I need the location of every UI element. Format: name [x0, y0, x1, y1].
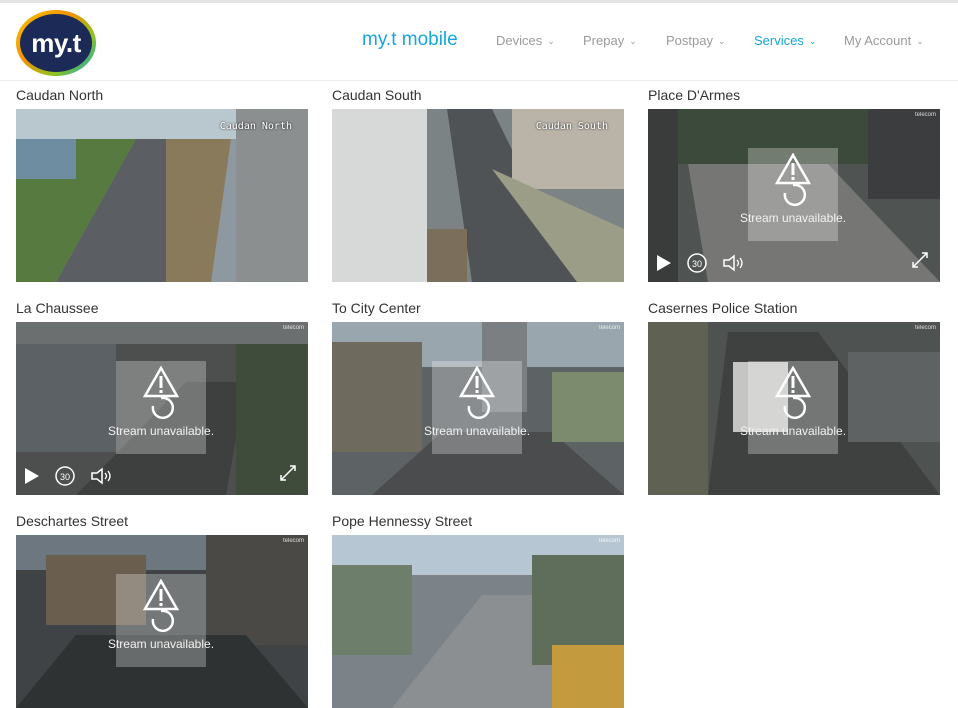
traffic-scene-image	[332, 535, 624, 708]
nav-services[interactable]: Services ⌄	[754, 33, 816, 48]
camera-overlay-label: Caudan North	[219, 121, 292, 132]
warning-reload-icon	[142, 579, 180, 633]
watermark-text: telecom	[282, 325, 304, 331]
chevron-down-icon: ⌄	[547, 36, 555, 46]
camera-overlay-label: Caudan South	[535, 121, 608, 132]
play-icon[interactable]	[656, 254, 672, 272]
watermark-text: telecom	[282, 538, 304, 544]
stream-unavailable-text: Stream unavailable.	[739, 211, 847, 225]
stream-unavailable-text: Stream unavailable.	[107, 424, 215, 438]
camera-title: Pope Hennessy Street	[332, 513, 473, 529]
camera-feed[interactable]: telecom Stream unavailable. 30	[648, 109, 940, 282]
site-header: my.t my.t mobile Devices ⌄ Prepay ⌄ Postpa…	[0, 3, 958, 81]
camera-caudan-north: Caudan North Caudan North	[16, 86, 308, 282]
camera-title: Casernes Police Station	[648, 300, 798, 316]
play-icon[interactable]	[24, 467, 40, 485]
camera-feed[interactable]: telecom Stream unavailable. 30	[16, 322, 308, 495]
camera-title: La Chaussee	[16, 300, 99, 316]
nav-prepay-label: Prepay	[583, 33, 625, 48]
camera-pope-hennessy-street: Pope Hennessy Street telecom	[332, 512, 624, 708]
nav-my-account-label: My Account	[844, 33, 912, 48]
camera-feed[interactable]: Caudan South	[332, 109, 624, 282]
nav-devices-label: Devices	[496, 33, 543, 48]
warning-reload-icon	[458, 366, 496, 420]
nav-my-account[interactable]: My Account ⌄	[844, 33, 924, 48]
camera-title: Place D'Armes	[648, 87, 741, 103]
nav-postpay-label: Postpay	[666, 33, 713, 48]
chevron-down-icon: ⌄	[717, 36, 726, 46]
camera-la-chaussee: La Chaussee telecom Stream unavailable. …	[16, 299, 308, 495]
camera-to-city-center: To City Center telecom Stream unavailabl…	[332, 299, 624, 495]
replay-30-icon[interactable]: 30	[686, 252, 708, 274]
chevron-down-icon: ⌄	[629, 36, 637, 46]
camera-title: To City Center	[332, 300, 421, 316]
nav-postpay[interactable]: Postpay ⌄	[666, 33, 726, 48]
replay-seconds: 30	[692, 259, 702, 269]
camera-feed[interactable]: telecom	[332, 535, 624, 708]
replay-30-icon[interactable]: 30	[54, 465, 76, 487]
camera-feed[interactable]: telecom Stream unavailable.	[16, 535, 308, 708]
watermark-text: telecom	[914, 112, 936, 118]
camera-title: Deschartes Street	[16, 513, 129, 529]
chevron-down-icon: ⌄	[916, 36, 924, 46]
stream-unavailable-text: Stream unavailable.	[739, 424, 847, 438]
warning-reload-icon	[142, 366, 180, 420]
camera-feed[interactable]: Caudan North	[16, 109, 308, 282]
volume-icon[interactable]	[722, 254, 746, 272]
traffic-scene-image	[332, 109, 624, 282]
warning-reload-icon	[774, 153, 812, 207]
camera-casernes-police-station: Casernes Police Station telecom Stream u…	[648, 299, 940, 495]
fullscreen-icon[interactable]	[912, 252, 928, 273]
stream-unavailable-panel: Stream unavailable.	[108, 574, 214, 667]
nav-devices[interactable]: Devices ⌄	[496, 33, 555, 48]
camera-place-darmes: Place D'Armes telecom Stream unavailable…	[648, 86, 940, 282]
traffic-scene-image	[16, 109, 308, 282]
main-nav: Devices ⌄ Prepay ⌄ Postpay ⌄ Services ⌄ My A…	[0, 33, 958, 53]
stream-unavailable-panel: Stream unavailable.	[740, 148, 846, 241]
volume-icon[interactable]	[90, 467, 114, 485]
camera-deschartes-street: Deschartes Street telecom Stream unavail…	[16, 512, 308, 708]
watermark-text: telecom	[598, 538, 620, 544]
fullscreen-icon[interactable]	[280, 465, 296, 486]
player-controls: 30	[656, 252, 760, 274]
stream-unavailable-text: Stream unavailable.	[423, 424, 531, 438]
watermark-text: telecom	[598, 325, 620, 331]
camera-caudan-south: Caudan South Caudan South	[332, 86, 624, 282]
chevron-down-icon: ⌄	[808, 36, 817, 46]
camera-title: Caudan North	[16, 87, 104, 103]
player-controls: 30	[24, 465, 128, 487]
camera-title: Caudan South	[332, 87, 422, 103]
warning-reload-icon	[774, 366, 812, 420]
stream-unavailable-panel: Stream unavailable.	[424, 361, 530, 454]
stream-unavailable-panel: Stream unavailable.	[740, 361, 846, 454]
nav-prepay[interactable]: Prepay ⌄	[583, 33, 637, 48]
stream-unavailable-text: Stream unavailable.	[107, 637, 215, 651]
camera-feed[interactable]: telecom Stream unavailable.	[648, 322, 940, 495]
nav-services-label: Services	[754, 33, 804, 48]
camera-feed[interactable]: telecom Stream unavailable.	[332, 322, 624, 495]
replay-seconds: 30	[60, 472, 70, 482]
watermark-text: telecom	[914, 325, 936, 331]
stream-unavailable-panel: Stream unavailable.	[108, 361, 214, 454]
